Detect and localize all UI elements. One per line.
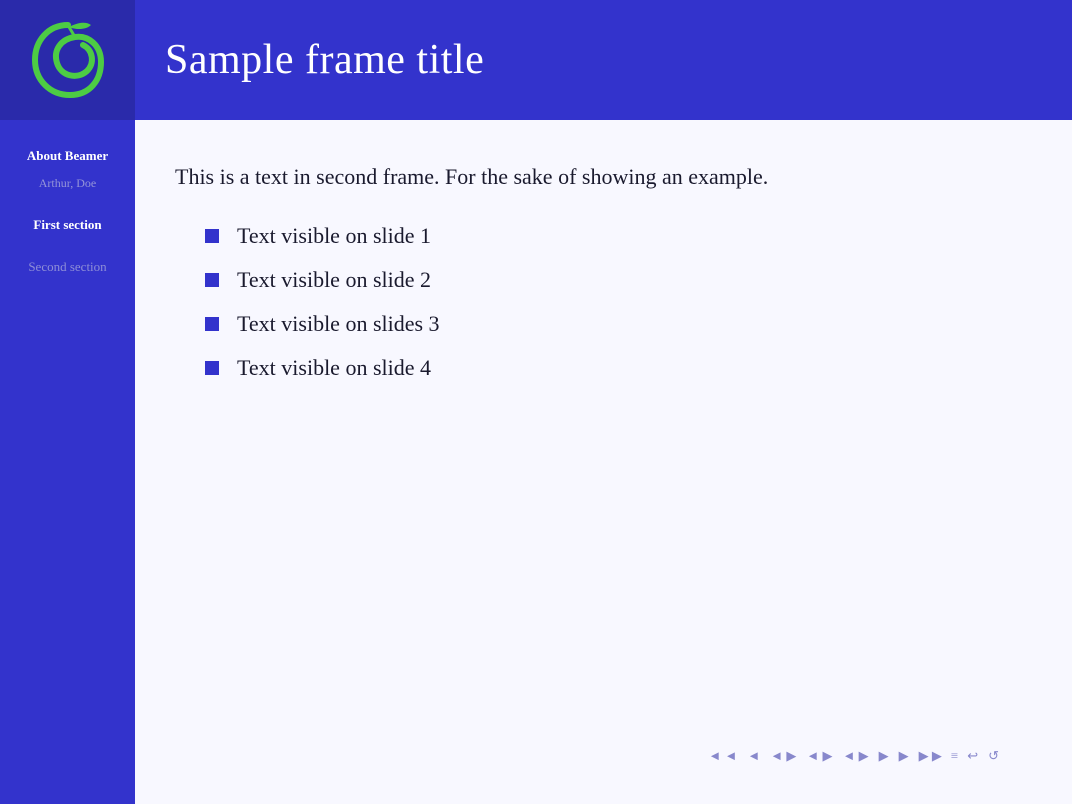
nav-next-icon[interactable]: ▶ <box>896 746 912 766</box>
nav-subsection-prev-icon[interactable]: ◄ ▶ <box>839 746 871 766</box>
nav-redo-icon[interactable]: ↺ <box>985 746 1002 766</box>
nav-prev-icon[interactable]: ◄ <box>744 746 763 766</box>
bullet-square-icon <box>205 317 219 331</box>
sidebar-sublabel-arthur: Arthur, Doe <box>0 172 135 199</box>
sidebar-item-second[interactable]: Second section <box>0 251 135 283</box>
beamer-logo-icon <box>23 15 113 105</box>
bullet-text-1: Text visible on slide 1 <box>237 223 431 249</box>
bullet-text-2: Text visible on slide 2 <box>237 267 431 293</box>
nav-prev-prev-icon[interactable]: ◄ ◄ <box>705 746 740 766</box>
header-title-area: Sample frame title <box>135 36 1072 84</box>
header: Sample frame title <box>0 0 1072 120</box>
list-item: Text visible on slides 3 <box>175 311 1022 337</box>
sidebar-section-about: About Beamer Arthur, Doe <box>0 140 135 199</box>
logo-area <box>0 0 135 120</box>
bullet-list: Text visible on slide 1 Text visible on … <box>175 223 1022 381</box>
nav-section-prev-icon[interactable]: ◄ ▶ <box>767 746 799 766</box>
bullet-square-icon <box>205 361 219 375</box>
main-area: About Beamer Arthur, Doe First section S… <box>0 120 1072 804</box>
sidebar-section-second: Second section <box>0 251 135 283</box>
bullet-text-3: Text visible on slides 3 <box>237 311 440 337</box>
content-paragraph: This is a text in second frame. For the … <box>175 160 1022 193</box>
list-item: Text visible on slide 4 <box>175 355 1022 381</box>
sidebar: About Beamer Arthur, Doe First section S… <box>0 120 135 804</box>
nav-subsection-next-icon[interactable]: ▶ <box>876 746 892 766</box>
bullet-text-4: Text visible on slide 4 <box>237 355 431 381</box>
footer-nav: ◄ ◄ ◄ ◄ ▶ ◄ ▶ ◄ ▶ ▶ ▶ ▶ ▶ ≡ ↩ ↺ <box>175 738 1022 774</box>
nav-next-next-icon[interactable]: ▶ ▶ <box>916 746 945 766</box>
content-body: This is a text in second frame. For the … <box>175 160 1022 738</box>
content-area: This is a text in second frame. For the … <box>135 120 1072 804</box>
nav-undo-icon[interactable]: ↩ <box>964 746 981 766</box>
nav-section-next-icon[interactable]: ◄ ▶ <box>803 746 835 766</box>
bullet-square-icon <box>205 273 219 287</box>
slide-title: Sample frame title <box>165 36 1042 84</box>
nav-divider: ≡ <box>949 748 960 764</box>
nav-icons-group: ◄ ◄ ◄ ◄ ▶ ◄ ▶ ◄ ▶ ▶ ▶ ▶ ▶ ≡ ↩ ↺ <box>705 746 1002 766</box>
bullet-square-icon <box>205 229 219 243</box>
sidebar-item-first[interactable]: First section <box>0 209 135 241</box>
list-item: Text visible on slide 2 <box>175 267 1022 293</box>
sidebar-section-first: First section <box>0 209 135 241</box>
sidebar-item-about[interactable]: About Beamer <box>0 140 135 172</box>
slide-container: Sample frame title About Beamer Arthur, … <box>0 0 1072 804</box>
list-item: Text visible on slide 1 <box>175 223 1022 249</box>
